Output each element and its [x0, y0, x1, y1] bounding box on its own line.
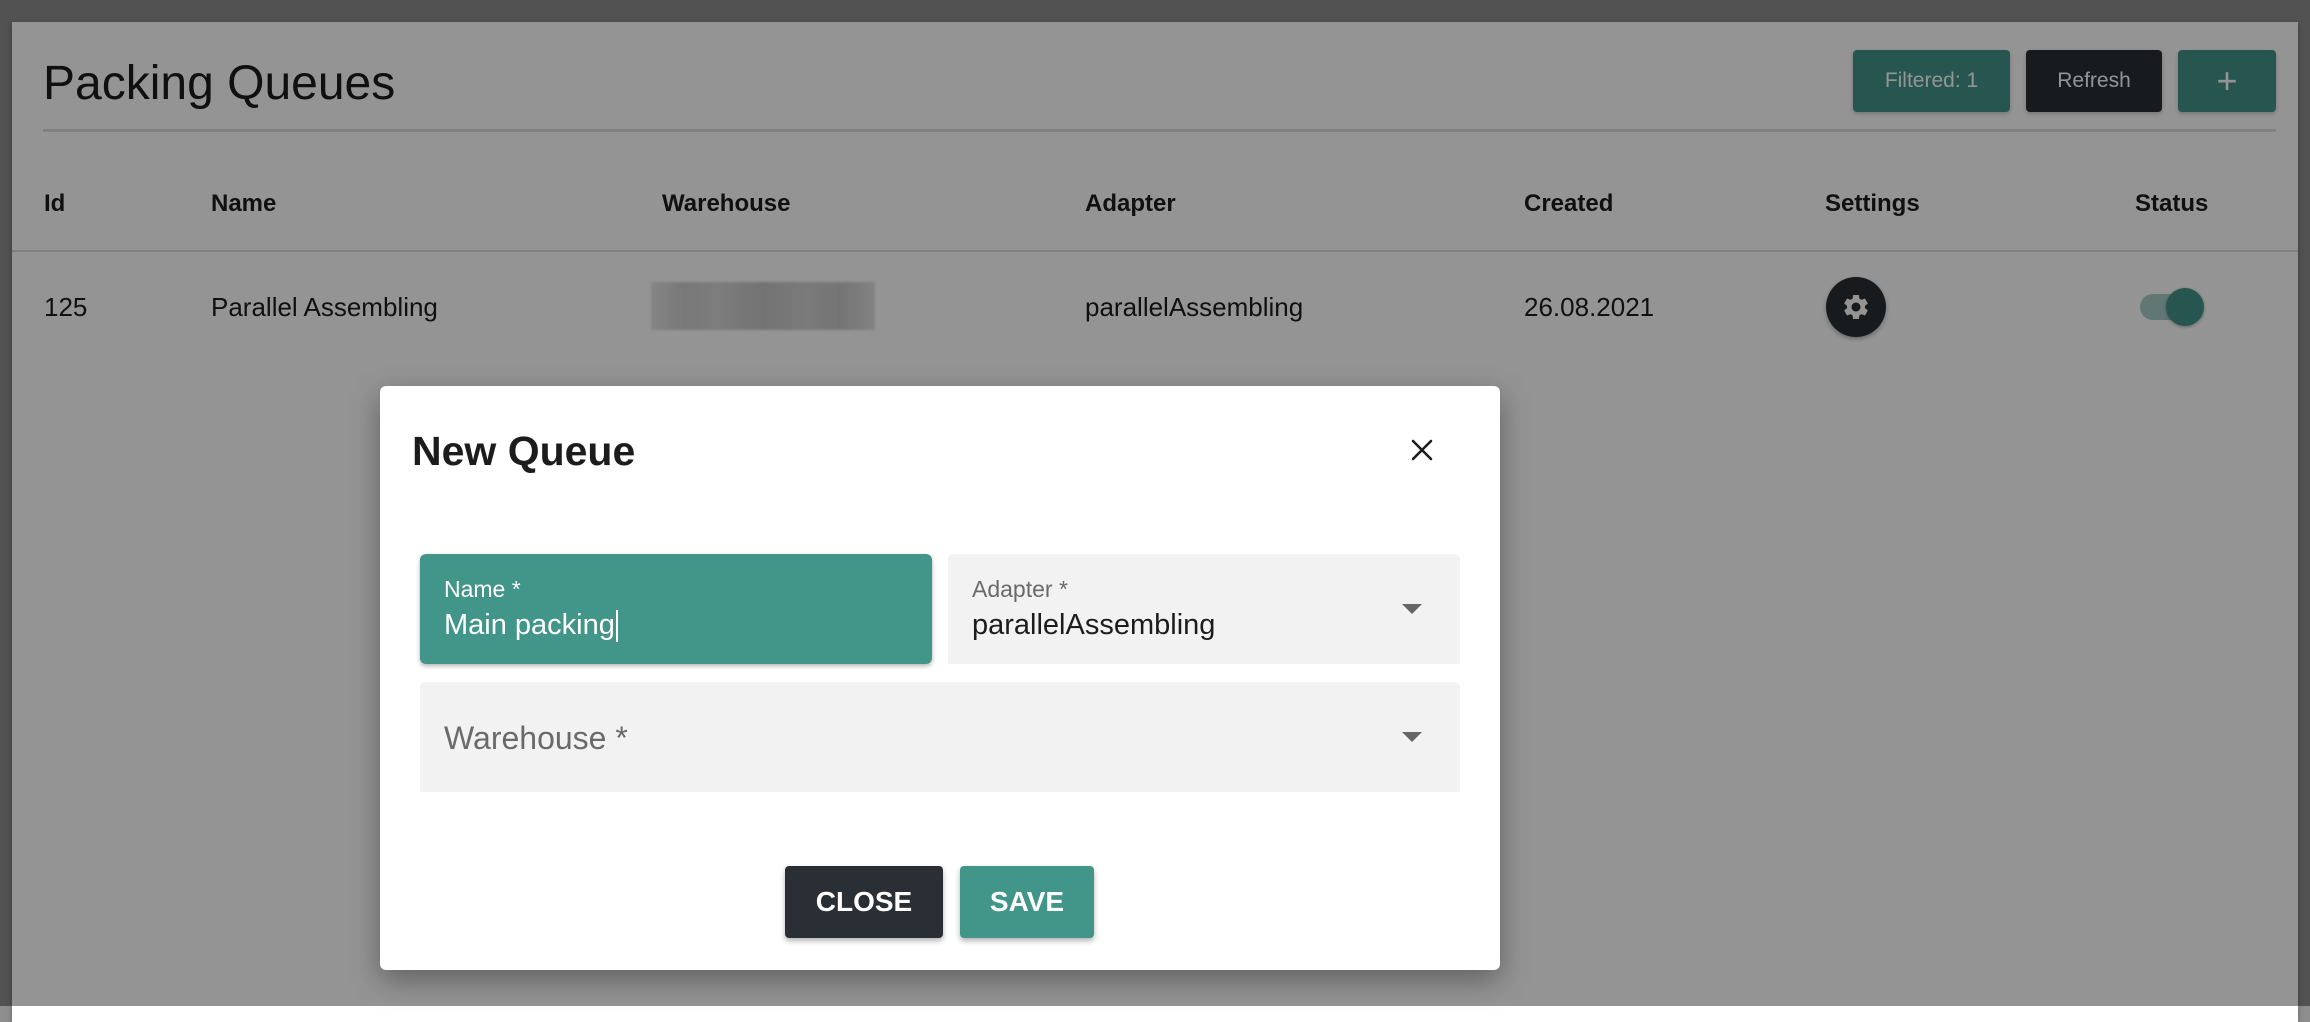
save-button[interactable]: SAVE	[960, 866, 1094, 938]
name-field[interactable]: Name * Main packing	[420, 554, 932, 664]
dialog-close-button[interactable]	[1402, 430, 1442, 470]
adapter-select[interactable]: Adapter * parallelAssembling	[948, 554, 1460, 664]
close-icon	[1411, 439, 1433, 461]
new-queue-dialog: New Queue Name * Main packing Adapter * …	[380, 386, 1500, 970]
chevron-down-icon[interactable]	[1402, 604, 1422, 614]
adapter-selected-value: parallelAssembling	[972, 609, 1216, 641]
name-input-value: Main packing	[444, 609, 615, 641]
dialog-title: New Queue	[412, 428, 636, 474]
adapter-field-label: Adapter *	[972, 576, 1068, 602]
warehouse-select[interactable]: Warehouse *	[420, 682, 1460, 792]
text-caret	[615, 610, 618, 643]
name-input[interactable]: Main packing	[444, 609, 618, 643]
name-field-label: Name *	[444, 576, 521, 602]
warehouse-placeholder: Warehouse *	[444, 720, 628, 756]
chevron-down-icon[interactable]	[1402, 732, 1422, 742]
close-button[interactable]: CLOSE	[785, 866, 943, 938]
